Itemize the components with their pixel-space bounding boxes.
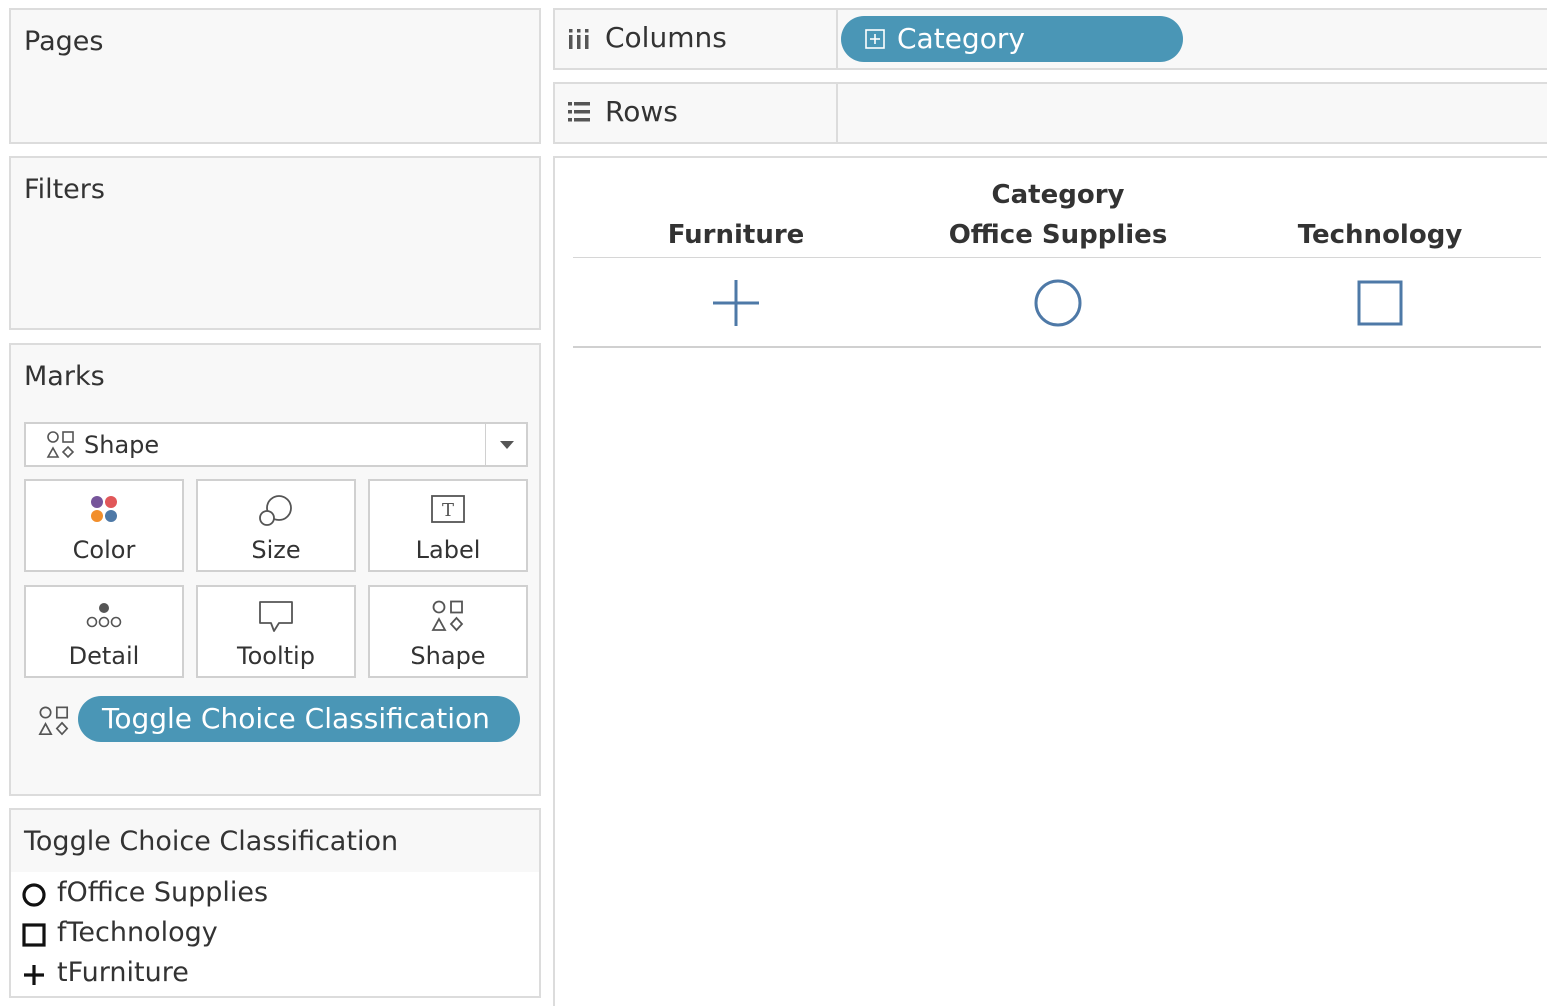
shape-icon [431,600,464,632]
shape-encoding-icon [38,706,69,736]
technology-square-mark[interactable] [1355,278,1405,328]
column-header-furniture[interactable]: Furniture [576,220,896,250]
pages-card[interactable]: Pages [9,8,541,144]
tooltip-icon [259,601,293,632]
filters-card[interactable]: Filters [9,156,541,330]
label-label: Label [415,536,481,564]
svg-text:T: T [442,500,454,521]
column-header-technology[interactable]: Technology [1220,220,1540,250]
size-button[interactable]: Size [196,479,356,572]
filters-title: Filters [24,174,105,205]
legend-title: Toggle Choice Classification [24,826,399,857]
color-icon [91,496,117,522]
columns-shelf[interactable]: Columns Category [553,8,1547,70]
label-icon: T [431,495,465,523]
color-button[interactable]: Color [24,479,184,572]
tooltip-button[interactable]: Tooltip [196,585,356,678]
size-label: Size [251,536,301,564]
columns-label: Columns [605,21,727,54]
marks-card: Marks Shape Color Size T Label Detail To… [9,343,541,796]
legend-item-label: tFurniture [57,957,189,988]
shape-label: Shape [410,642,486,670]
detail-icon [86,603,122,628]
chevron-down-icon[interactable] [500,441,514,449]
rows-shelf-label-area: Rows [555,84,838,142]
expand-icon[interactable] [865,29,885,49]
columns-shelf-label-area: Columns [555,10,838,68]
shape-icon [46,431,75,459]
rows-icon [568,102,590,122]
mark-type-label: Shape [84,431,160,459]
pages-title: Pages [24,26,104,57]
header-divider [573,257,1541,258]
marks-title: Marks [24,361,105,392]
plus-icon [24,965,44,985]
legend-item-label: fTechnology [57,917,218,948]
shape-legend: Toggle Choice Classification fOffice Sup… [9,808,541,998]
category-pill[interactable]: Category [841,16,1183,62]
columns-icon [569,29,589,49]
office-supplies-circle-mark[interactable] [1033,278,1083,328]
dropdown-separator [485,424,486,465]
tooltip-label: Tooltip [237,642,315,670]
shape-button[interactable]: Shape [368,585,528,678]
detail-button[interactable]: Detail [24,585,184,678]
color-label: Color [72,536,136,564]
category-pill-label: Category [897,22,1025,55]
viz-area[interactable]: Category Furniture Office Supplies Techn… [553,156,1547,1006]
rows-shelf[interactable]: Rows [553,82,1547,144]
square-icon [22,923,46,947]
mark-type-dropdown[interactable]: Shape [24,422,528,467]
column-header-office-supplies[interactable]: Office Supplies [898,220,1218,250]
detail-label: Detail [68,642,140,670]
legend-body: fOffice Supplies fTechnology tFurniture [11,872,539,996]
furniture-plus-mark[interactable] [711,278,761,328]
category-group-header: Category [991,180,1125,210]
toggle-choice-pill[interactable]: Toggle Choice Classification [78,696,520,742]
rows-label: Rows [605,95,678,128]
legend-item-label: fOffice Supplies [57,877,269,908]
label-button[interactable]: T Label [368,479,528,572]
size-icon [259,495,292,526]
row-divider [573,346,1541,348]
circle-icon [22,883,46,907]
